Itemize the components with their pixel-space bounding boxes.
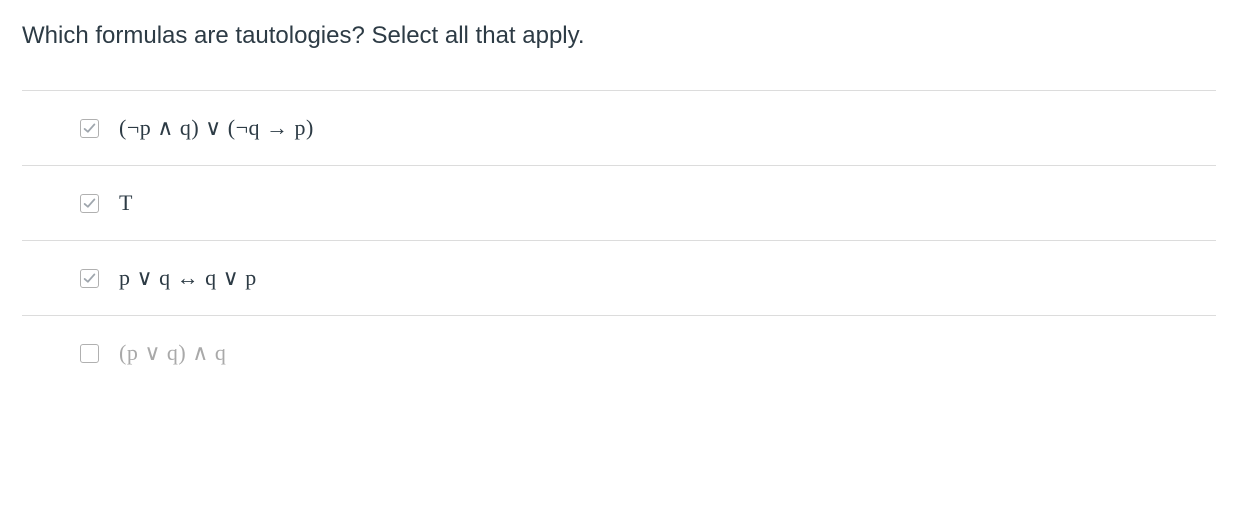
checkbox-checked-icon[interactable] <box>80 269 99 288</box>
option-row[interactable]: p ∨ q ↔ q ∨ p <box>22 241 1216 316</box>
option-label: (p ∨ q) ∧ q <box>119 340 226 366</box>
option-label: T <box>119 190 133 216</box>
option-row[interactable]: (¬p ∧ q) ∨ (¬q → p) <box>22 91 1216 166</box>
checkbox-unchecked-icon[interactable] <box>80 344 99 363</box>
options-list: (¬p ∧ q) ∨ (¬q → p) T p ∨ q ↔ q ∨ p (p ∨… <box>22 90 1216 390</box>
option-label: (¬p ∧ q) ∨ (¬q → p) <box>119 115 314 141</box>
question-prompt: Which formulas are tautologies? Select a… <box>22 20 1216 52</box>
checkbox-checked-icon[interactable] <box>80 119 99 138</box>
option-row[interactable]: T <box>22 166 1216 241</box>
option-row[interactable]: (p ∨ q) ∧ q <box>22 316 1216 390</box>
checkbox-checked-icon[interactable] <box>80 194 99 213</box>
option-label: p ∨ q ↔ q ∨ p <box>119 265 257 291</box>
